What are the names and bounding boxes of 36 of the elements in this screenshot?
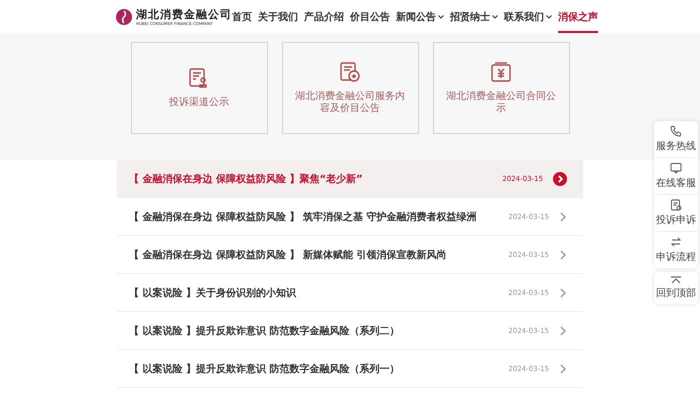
chat-icon <box>670 162 682 174</box>
arrow-up-icon <box>670 276 682 284</box>
chevron-right-icon <box>553 172 567 186</box>
nav-link[interactable]: 价目公告 <box>350 0 390 33</box>
contact-link[interactable]: 申诉流程 <box>654 232 698 268</box>
notice-card[interactable]: 湖北消费金融公司合同公示 <box>432 42 570 134</box>
back-to-top-button[interactable]: 回到顶部 <box>654 272 698 304</box>
company-name: 湖北消费金融公司 <box>136 8 232 20</box>
exchange-arrows-icon <box>670 236 682 248</box>
document-icon <box>670 199 682 211</box>
nav-link[interactable]: 联系我们 <box>504 0 552 33</box>
article-title: 【 金融消保在身边 保障权益防风险 】聚焦“老少新” <box>129 172 364 186</box>
chevron-right-icon <box>559 250 567 260</box>
chevron-right-icon <box>559 288 567 298</box>
contact-link[interactable]: 在线客服 <box>654 158 698 195</box>
nav-link[interactable]: 招贤纳士 <box>450 0 498 33</box>
notice-card[interactable]: 投诉渠道公示 <box>130 42 268 134</box>
chevron-right-icon <box>559 212 567 222</box>
article-title: 【 金融消保在身边 保障权益防风险 】 筑牢消保之基 守护金融消费者权益绿洲 <box>129 210 478 224</box>
notice-card[interactable]: 湖北消费金融公司服务内容及价目公告 <box>282 42 418 134</box>
nav-link[interactable]: 首页 <box>232 0 252 33</box>
article-title: 【 以案说险 】提升反欺诈意识 防范数字金融风险（系列二） <box>129 324 400 338</box>
contact-link[interactable]: 投诉申诉 <box>654 195 698 232</box>
yuan-box-icon <box>490 61 512 83</box>
contact-link[interactable]: 服务热线 <box>654 121 698 158</box>
nav-link[interactable]: 新闻公告 <box>396 0 444 33</box>
logo-icon <box>116 8 132 24</box>
article-title: 【 金融消保在身边 保障权益防风险 】 新媒体赋能 引领消保宣教新风尚 <box>129 248 448 262</box>
document-star-icon <box>339 61 361 83</box>
article-title: 【 以案说险 】关于身份识别的小知识 <box>129 286 298 300</box>
phone-icon <box>670 125 682 137</box>
nav-link[interactable]: 关于我们 <box>258 0 298 33</box>
chevron-right-icon <box>559 364 567 374</box>
article-title: 【 以案说险 】提升反欺诈意识 防范数字金融风险（系列一） <box>129 362 400 376</box>
nav-link[interactable]: 产品介绍 <box>304 0 344 33</box>
chevron-right-icon <box>559 326 567 336</box>
